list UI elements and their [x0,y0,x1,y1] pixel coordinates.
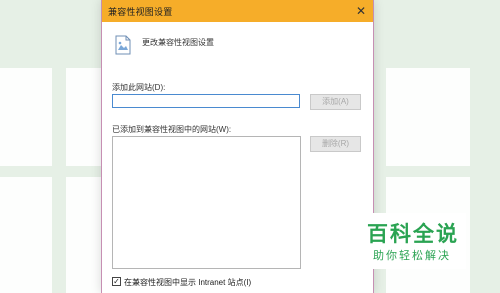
background-tile [0,68,52,166]
add-site-label: 添加此网站(D): [112,83,166,92]
add-button[interactable]: 添加(A) [310,94,361,110]
watermark-logo: 百科全说 助你轻松解决 [348,213,466,269]
add-site-input[interactable] [112,94,300,108]
site-list-label: 已添加到兼容性视图中的网站(W): [112,125,232,134]
watermark-title: 百科全说 [367,223,459,246]
dialog-title: 兼容性视图设置 [108,7,173,17]
background-tile [0,177,52,293]
background-tile [66,68,101,166]
intranet-checkbox-label[interactable]: 在兼容性视图中显示 Intranet 站点(I) [124,277,251,288]
settings-page-icon [115,35,131,55]
intranet-checkbox[interactable]: ✓ [112,277,121,286]
compatibility-view-dialog: 兼容性视图设置 ✕ 更改兼容性视图设置 添加此网站(D): 添加(A) 已添加到… [101,0,374,293]
compatibility-site-list[interactable] [112,136,301,269]
remove-button[interactable]: 删除(R) [310,136,361,152]
close-button[interactable]: ✕ [353,3,369,19]
background-tile [386,68,470,166]
watermark-subtitle: 助你轻松解决 [373,250,451,262]
background-tile [66,177,101,293]
dialog-titlebar: 兼容性视图设置 ✕ [102,0,373,22]
dialog-heading: 更改兼容性视图设置 [142,38,214,47]
